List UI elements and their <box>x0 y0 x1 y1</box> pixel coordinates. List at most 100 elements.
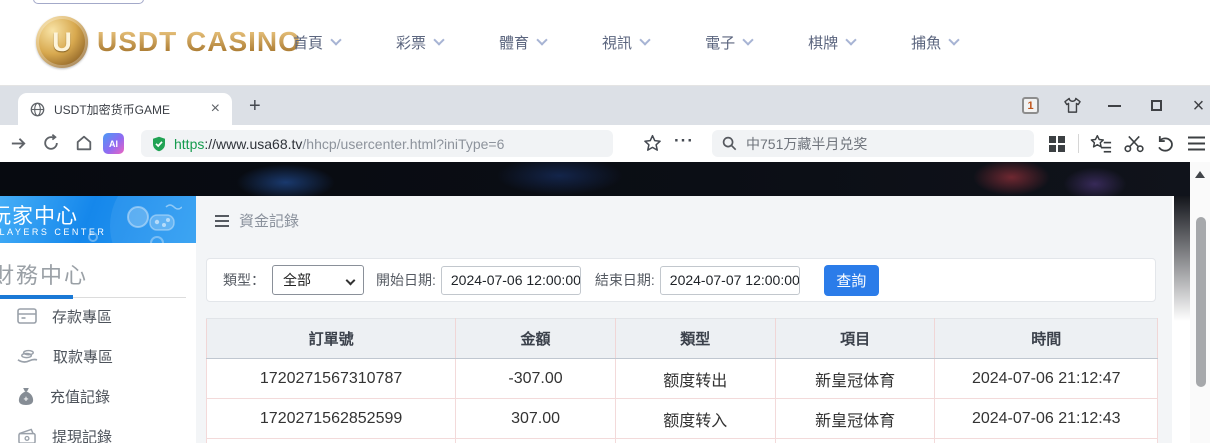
url-scheme: https <box>174 136 204 152</box>
search-input[interactable] <box>746 136 1024 152</box>
window-close-button[interactable]: × <box>1186 96 1210 116</box>
deco-circle <box>150 236 164 243</box>
more-actions-icon[interactable]: ··· <box>674 131 694 151</box>
page-scrollbar[interactable] <box>1190 162 1210 443</box>
bookmark-star-icon[interactable] <box>643 134 662 153</box>
start-date-input[interactable] <box>441 266 581 295</box>
nav-item-fishing[interactable]: 捕魚 <box>911 32 958 53</box>
cell-project: 新皇冠体育 <box>775 399 935 439</box>
scrollbar-up-arrow-icon[interactable] <box>1195 171 1205 178</box>
url-path: /hhcp/usercenter.html?iniType=6 <box>302 136 504 152</box>
sidebar-item-recharge-records[interactable]: + 充值記錄 <box>0 376 196 416</box>
url-text: https://www.usa68.tv/hhcp/usercenter.htm… <box>174 136 504 152</box>
page-title: 資金記錄 <box>215 210 299 231</box>
tshirt-icon <box>1063 97 1082 114</box>
end-date-label: 結束日期: <box>595 270 655 290</box>
player-center-header: 玩家中心 PLAYERS CENTER <box>0 196 196 243</box>
screenshot-scissors-icon[interactable] <box>1124 135 1145 153</box>
table-row-clipped <box>207 439 1158 443</box>
site-logo[interactable]: U USDT CASINO <box>36 16 301 68</box>
nav-item-chess[interactable]: 棋牌 <box>808 32 855 53</box>
filter-bar: 類型： 全部 開始日期: 結束日期: 查詢 <box>206 258 1156 302</box>
close-icon: × <box>1193 96 1205 116</box>
security-shield-icon[interactable] <box>151 136 167 152</box>
finance-center-heading: 財務中心 <box>0 258 88 290</box>
table-header-row: 訂單號 金額 類型 項目 時間 <box>207 319 1158 359</box>
svg-text:+: + <box>24 393 29 403</box>
menu-hamburger-icon[interactable] <box>1188 136 1205 151</box>
sidebar-item-label: 充值記錄 <box>50 386 110 407</box>
logo-coin-icon: U <box>36 16 88 68</box>
reload-icon[interactable] <box>42 134 60 152</box>
sidebar-item-deposit[interactable]: 存款專區 <box>0 296 196 336</box>
cell-order-number: 1720271562852599 <box>207 399 456 439</box>
cell-amount: -307.00 <box>456 359 616 399</box>
nav-item-sports[interactable]: 體育 <box>499 32 546 53</box>
chevron-down-icon <box>346 276 356 286</box>
chevron-down-icon <box>742 34 753 45</box>
skin-theme-button[interactable] <box>1060 97 1085 114</box>
window-controls: 1 × <box>1018 86 1210 125</box>
chevron-down-icon <box>433 34 444 45</box>
undo-recent-icon[interactable] <box>1156 135 1175 153</box>
maximize-icon <box>1151 100 1162 111</box>
nav-item-electronic[interactable]: 電子 <box>705 32 752 53</box>
browser-tabstrip: USDT加密货币GAME × + 1 × <box>0 86 1210 125</box>
search-icon <box>722 136 737 151</box>
forward-icon[interactable] <box>9 134 28 153</box>
address-bar[interactable]: https://www.usa68.tv/hhcp/usercenter.htm… <box>141 130 613 157</box>
chevron-down-icon <box>948 34 959 45</box>
cell-project: 新皇冠体育 <box>775 359 935 399</box>
sidebar-item-label: 取款專區 <box>53 346 113 367</box>
gamepad-icon <box>120 203 182 239</box>
query-button[interactable]: 查詢 <box>824 265 879 296</box>
apps-grid-icon[interactable] <box>1048 135 1066 153</box>
sidebar-menu: 存款專區 取款專區 + 充值記錄 <box>0 296 196 443</box>
chevron-down-icon <box>845 34 856 45</box>
tab-close-icon[interactable]: × <box>211 101 220 117</box>
deposit-icon <box>17 307 37 325</box>
new-tab-button[interactable]: + <box>249 96 261 116</box>
withdraw-icon <box>17 347 38 365</box>
chevron-down-icon <box>536 34 547 45</box>
window-maximize-button[interactable] <box>1144 100 1169 111</box>
nav-label: 電子 <box>705 32 735 53</box>
col-order-number: 訂單號 <box>207 319 456 359</box>
nav-label: 捕魚 <box>911 32 941 53</box>
browser-search-box[interactable] <box>712 130 1034 157</box>
sidebar-item-withdraw[interactable]: 取款專區 <box>0 336 196 376</box>
tab-count-button[interactable]: 1 <box>1018 97 1043 114</box>
home-icon[interactable] <box>75 134 93 152</box>
ai-assistant-icon[interactable]: AI <box>103 133 124 154</box>
logo-letter: U <box>52 27 72 58</box>
banner-fade <box>1174 196 1190 321</box>
type-label: 類型： <box>223 270 265 290</box>
col-type: 類型 <box>615 319 775 359</box>
favorites-list-icon[interactable] <box>1090 134 1112 153</box>
type-select-value: 全部 <box>283 270 311 290</box>
browser-tab[interactable]: USDT加密货币GAME × <box>18 93 232 125</box>
type-select[interactable]: 全部 <box>272 265 364 295</box>
end-date-input[interactable] <box>660 266 800 295</box>
url-host: ://www.usa68.tv <box>204 136 302 152</box>
sidebar-item-label: 提現記錄 <box>52 426 112 443</box>
nav-item-home[interactable]: 首頁 <box>293 32 340 53</box>
recharge-record-icon: + <box>17 387 35 406</box>
collapse-menu-icon[interactable] <box>215 215 229 227</box>
page-title-text: 資金記錄 <box>239 210 299 231</box>
cell-type: 额度转入 <box>615 399 775 439</box>
globe-icon <box>30 102 45 117</box>
col-amount: 金額 <box>456 319 616 359</box>
records-table: 訂單號 金額 類型 項目 時間 1720271567310787 -307.00… <box>206 318 1158 443</box>
site-header: U USDT CASINO 首頁 彩票 體育 視訊 電子 棋牌 捕魚 <box>0 0 1210 86</box>
col-project: 項目 <box>775 319 935 359</box>
toolbar-separator <box>1078 134 1079 153</box>
browser-toolbar: AI https://www.usa68.tv/hhcp/usercenter.… <box>0 125 1210 162</box>
nav-item-video[interactable]: 視訊 <box>602 32 649 53</box>
main-content: 資金記錄 類型： 全部 開始日期: 結束日期: 查詢 <box>196 196 1172 443</box>
sidebar-item-withdrawal-records[interactable]: 提現記錄 <box>0 416 196 443</box>
deco-circle <box>88 232 98 242</box>
window-minimize-button[interactable] <box>1102 105 1127 107</box>
scrollbar-thumb[interactable] <box>1196 217 1206 387</box>
nav-item-lottery[interactable]: 彩票 <box>396 32 443 53</box>
